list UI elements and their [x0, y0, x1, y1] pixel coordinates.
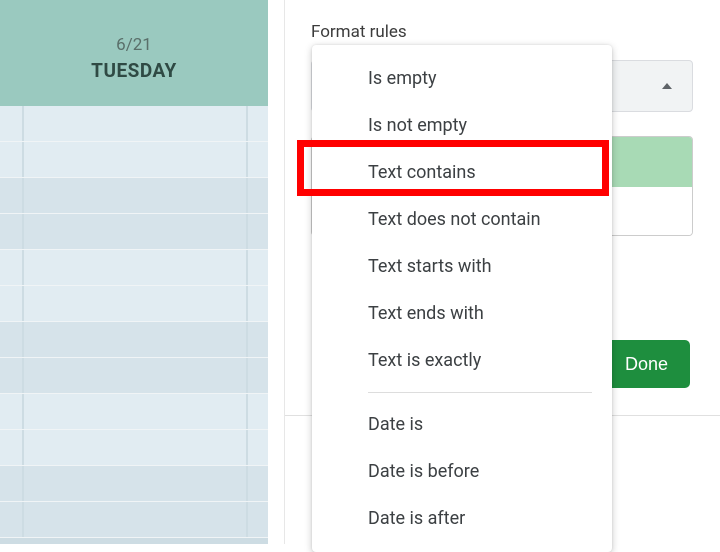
calendar-row[interactable]: [0, 142, 268, 178]
calendar-row[interactable]: [0, 502, 268, 538]
calendar-row[interactable]: [0, 106, 268, 142]
calendar-row[interactable]: [0, 250, 268, 286]
calendar-row[interactable]: [0, 430, 268, 466]
calendar-row[interactable]: [0, 286, 268, 322]
option-date-is-after[interactable]: Date is after: [312, 495, 612, 542]
calendar-date: 6/21: [0, 35, 268, 55]
option-is-empty[interactable]: Is empty: [312, 55, 612, 102]
option-text-does-not-contain[interactable]: Text does not contain: [312, 196, 612, 243]
option-is-not-empty[interactable]: Is not empty: [312, 102, 612, 149]
option-text-is-exactly[interactable]: Text is exactly: [312, 337, 612, 384]
calendar-row[interactable]: [0, 466, 268, 502]
calendar-row[interactable]: [0, 322, 268, 358]
calendar-row[interactable]: [0, 358, 268, 394]
option-text-ends-with[interactable]: Text ends with: [312, 290, 612, 337]
calendar-row[interactable]: [0, 214, 268, 250]
option-date-is-before[interactable]: Date is before: [312, 448, 612, 495]
calendar-row[interactable]: [0, 394, 268, 430]
calendar-column: 6/21 TUESDAY: [0, 0, 268, 544]
option-date-is[interactable]: Date is: [312, 401, 612, 448]
panel-title: Format rules: [311, 22, 694, 42]
option-text-starts-with[interactable]: Text starts with: [312, 243, 612, 290]
calendar-day-name: TUESDAY: [0, 59, 268, 82]
calendar-header: 6/21 TUESDAY: [0, 0, 268, 106]
calendar-grid[interactable]: [0, 106, 268, 544]
calendar-row[interactable]: [0, 178, 268, 214]
dropdown-separator: [368, 392, 592, 393]
condition-dropdown: Is empty Is not empty Text contains Text…: [312, 45, 612, 552]
chevron-up-icon: [662, 83, 672, 89]
done-button[interactable]: Done: [603, 340, 690, 388]
option-text-contains[interactable]: Text contains: [312, 149, 612, 196]
